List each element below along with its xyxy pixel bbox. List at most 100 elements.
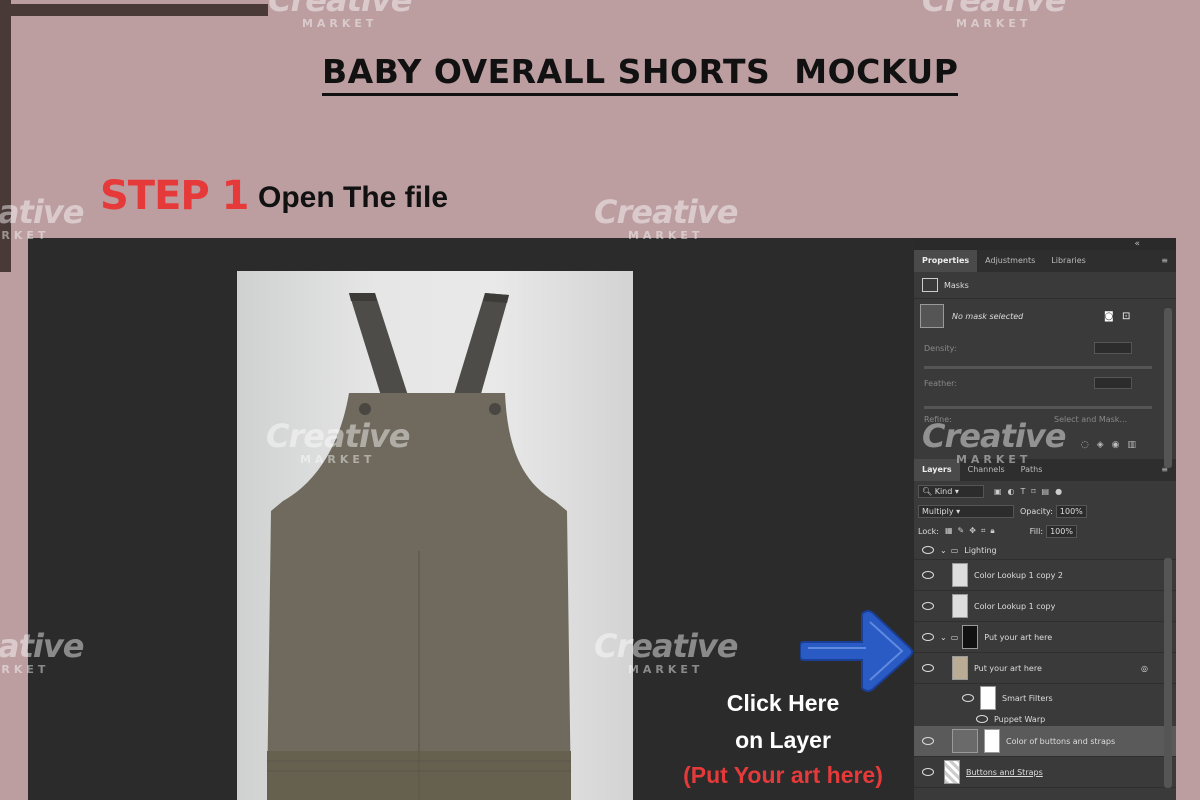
layer-name: Put your art here [974,663,1042,673]
density-label: Density: [924,343,957,353]
layer-row-smart-filters[interactable]: Smart Filters [914,684,1176,712]
eye-icon[interactable] [922,664,934,672]
adjustment-thumbnail [952,563,968,587]
select-and-mask-button[interactable]: Select and Mask... [1054,415,1127,424]
eye-icon[interactable] [922,633,934,641]
visibility-icon[interactable]: ◉ [1112,440,1120,450]
blend-row: Multiply ▾ Opacity: 100% [914,501,1176,521]
fill-label: Fill: [1029,526,1044,536]
tab-libraries[interactable]: Libraries [1043,250,1094,272]
group-mask-thumbnail [962,625,979,649]
layer-row-color-lookup-copy-2[interactable]: Color Lookup 1 copy 2 [914,560,1176,591]
document-canvas[interactable] [237,271,633,800]
watermark: CreativeMARKET [594,193,738,242]
vector-mask-icon[interactable]: ⊡ [1122,311,1130,322]
feather-label: Feather: [924,378,957,388]
tab-paths[interactable]: Paths [1013,459,1051,481]
layers-list: ⌄ ▭ Lighting Color Lookup 1 copy 2 Color… [914,541,1176,788]
pixel-mask-icon[interactable]: ◙ [1104,311,1114,322]
lock-label: Lock: [918,526,939,536]
overall-shorts-mockup-image [267,293,571,800]
panel-topbar: « [914,238,1176,250]
layers-tabs: Layers Channels Paths ≡ [914,459,1176,481]
opacity-value: 100% [1059,506,1083,516]
masks-header: Masks [914,272,1176,299]
blue-arrow-icon [800,610,914,692]
layer-row-color-of-buttons[interactable]: Color of buttons and straps [914,726,1176,757]
properties-scrollbar[interactable] [1164,308,1172,468]
lock-row: Lock: ▦✎✥⌗🔒︎ Fill: 100% [914,521,1176,541]
density-row: Density: [914,333,1176,363]
layer-row-lighting[interactable]: ⌄ ▭ Lighting [914,541,1176,560]
layer-name: Color of buttons and straps [1006,736,1116,746]
kind-filter[interactable]: 🔍︎ Kind ▾ [918,484,984,498]
callout-line-1: Click Here [726,690,840,716]
eye-icon[interactable] [976,715,988,723]
callout-line-2: on Layer [735,727,831,753]
adjustment-thumbnail [952,594,968,618]
chevron-down-icon[interactable]: ⌄ [940,633,947,642]
fill-input[interactable]: 100% [1046,524,1077,538]
panel-edge [1176,238,1200,800]
blend-mode-select[interactable]: Multiply ▾ [918,504,1014,518]
trash-icon[interactable]: ▥ [1127,440,1136,450]
watermark: CreativeMARKET [0,193,84,242]
feather-input[interactable] [1094,377,1132,389]
load-selection-icon[interactable]: ◌ [1081,440,1089,450]
mask-status: No mask selected [952,311,1024,321]
layer-name: Color Lookup 1 copy 2 [974,570,1063,580]
feather-row: Feather: [914,363,1176,403]
layer-filter-row: 🔍︎ Kind ▾ ▣◐T⌑▤● [914,481,1176,501]
kind-filter-label: Kind [934,486,953,496]
eye-icon[interactable] [922,737,934,745]
lock-icons[interactable]: ▦✎✥⌗🔒︎ [945,526,1000,536]
panel-menu-icon[interactable]: ≡ [1153,250,1176,272]
masks-section-label: Masks [944,280,969,290]
opacity-label: Opacity: [1020,506,1053,516]
eye-icon[interactable] [922,546,934,554]
watermark: CreativeMARKET [922,0,1066,30]
photoshop-panels: « Properties Adjustments Libraries ≡ Mas… [914,238,1176,800]
layer-name: Lighting [964,545,997,555]
blend-mode-value: Multiply [922,506,954,516]
layer-row-buttons-and-straps[interactable]: Buttons and Straps [914,757,1176,788]
collapse-icon[interactable]: « [1134,239,1140,249]
layer-name: Buttons and Straps [966,767,1043,777]
fill-value: 100% [1050,526,1073,536]
chevron-down-icon[interactable]: ⌄ [940,546,947,555]
layer-name: Smart Filters [1002,693,1053,703]
refine-row: Refine: Select and Mask... [914,403,1176,435]
layer-row-color-lookup-copy[interactable]: Color Lookup 1 copy [914,591,1176,622]
mask-actions: ◌ ◈ ◉ ▥ [914,435,1176,455]
right-button [489,403,501,415]
eye-icon[interactable] [922,768,934,776]
page-title: BABY OVERALL SHORTS MOCKUP [322,52,959,96]
frame-corner-horizontal [0,4,268,16]
folder-icon: ▭ [950,632,959,642]
properties-tabs: Properties Adjustments Libraries ≡ [914,250,1176,272]
tab-adjustments[interactable]: Adjustments [977,250,1043,272]
tab-channels[interactable]: Channels [960,459,1013,481]
mask-status-row: No mask selected ◙ ⊡ [914,299,1176,333]
step-label: STEP 1 [100,173,249,219]
eye-icon[interactable] [922,602,934,610]
tab-properties[interactable]: Properties [914,250,978,272]
smart-filter-icon[interactable]: ◎ [1141,664,1148,673]
tab-layers[interactable]: Layers [914,459,960,481]
layer-name: Color Lookup 1 copy [974,601,1056,611]
mask-icon [922,278,938,292]
invert-icon[interactable]: ◈ [1097,440,1104,450]
layer-row-put-your-art-group[interactable]: ⌄ ▭ Put your art here [914,622,1176,653]
eye-icon[interactable] [922,571,934,579]
mask-thumbnail [920,304,944,328]
layer-row-puppet-warp[interactable]: Puppet Warp [914,712,1176,726]
left-button [359,403,371,415]
density-input[interactable] [1094,342,1132,354]
filter-icons[interactable]: ▣◐T⌑▤● [994,487,1068,496]
opacity-input[interactable]: 100% [1055,504,1087,518]
eye-icon[interactable] [962,694,974,702]
smart-object-thumbnail [952,656,968,680]
filter-mask-thumbnail [980,686,996,710]
layers-scrollbar[interactable] [1164,558,1172,788]
layer-row-put-your-art-smart-object[interactable]: Put your art here ◎ [914,653,1176,684]
